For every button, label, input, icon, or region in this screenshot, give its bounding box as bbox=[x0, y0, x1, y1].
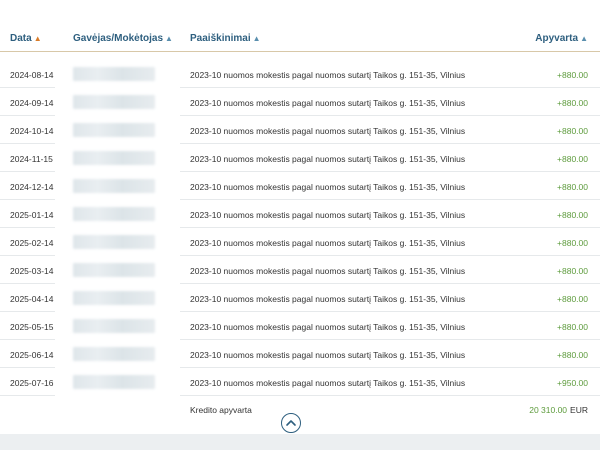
row-amount: +950.00 bbox=[557, 378, 588, 388]
row-description: 2023-10 nuomos mokestis pagal nuomos sut… bbox=[190, 350, 466, 360]
row-date: 2025-02-14 bbox=[10, 238, 54, 248]
table-row[interactable]: 2025-02-14 2023-10 nuomos mokestis pagal … bbox=[0, 228, 600, 256]
bottom-scroll-track bbox=[0, 434, 600, 450]
row-description: 2023-10 nuomos mokestis pagal nuomos sut… bbox=[190, 322, 466, 332]
row-date: 2025-04-14 bbox=[10, 294, 54, 304]
sort-icon: ▲ bbox=[165, 34, 173, 43]
sort-icon: ▲ bbox=[580, 34, 588, 43]
row-date: 2024-10-14 bbox=[10, 126, 54, 136]
sort-icon: ▲ bbox=[252, 34, 261, 43]
row-amount: +880.00 bbox=[557, 238, 588, 248]
table-row[interactable]: 2024-09-14 2023-10 nuomos mokestis pagal … bbox=[0, 88, 600, 116]
table-row[interactable]: 2025-07-16 2023-10 nuomos mokestis pagal … bbox=[0, 368, 600, 396]
table-row[interactable]: 2025-06-14 2023-10 nuomos mokestis pagal … bbox=[0, 340, 600, 368]
row-divider bbox=[180, 395, 600, 396]
row-amount: +880.00 bbox=[557, 294, 588, 304]
column-header-payer-label: Gavėjas/Mokėtojas bbox=[73, 33, 164, 44]
row-date: 2024-12-14 bbox=[10, 182, 54, 192]
row-description: 2023-10 nuomos mokestis pagal nuomos sut… bbox=[190, 70, 466, 80]
row-description: 2023-10 nuomos mokestis pagal nuomos sut… bbox=[190, 182, 466, 192]
row-description: 2023-10 nuomos mokestis pagal nuomos sut… bbox=[190, 154, 466, 164]
row-amount: +880.00 bbox=[557, 210, 588, 220]
row-date: 2025-03-14 bbox=[10, 266, 54, 276]
row-payer-redacted bbox=[73, 319, 155, 333]
row-date: 2025-07-16 bbox=[10, 378, 54, 388]
sort-asc-icon: ▲ bbox=[33, 34, 42, 43]
row-divider bbox=[0, 395, 55, 396]
column-header-amount[interactable]: Apyvarta ▲ bbox=[535, 33, 588, 44]
row-payer-redacted bbox=[73, 291, 155, 305]
table-row[interactable]: 2025-01-14 2023-10 nuomos mokestis pagal … bbox=[0, 200, 600, 228]
row-date: 2025-06-14 bbox=[10, 350, 54, 360]
table-row[interactable]: 2024-08-14 2023-10 nuomos mokestis pagal … bbox=[0, 60, 600, 88]
chevron-up-icon bbox=[286, 420, 296, 426]
row-amount: +880.00 bbox=[557, 154, 588, 164]
row-amount: +880.00 bbox=[557, 182, 588, 192]
credit-turnover-value: 20 310.00 bbox=[529, 405, 568, 415]
row-date: 2024-11-15 bbox=[10, 154, 53, 164]
column-header-date[interactable]: Data ▲ bbox=[10, 33, 42, 44]
table-row[interactable]: 2025-05-15 2023-10 nuomos mokestis pagal … bbox=[0, 312, 600, 340]
row-payer-redacted bbox=[73, 151, 155, 165]
row-description: 2023-10 nuomos mokestis pagal nuomos sut… bbox=[190, 294, 466, 304]
table-row[interactable]: 2025-03-14 2023-10 nuomos mokestis pagal … bbox=[0, 256, 600, 284]
column-header-description-label: Paaiškinimai bbox=[190, 33, 251, 44]
row-payer-redacted bbox=[73, 207, 155, 221]
column-header-payer[interactable]: Gavėjas/Mokėtojas ▲ bbox=[73, 33, 173, 44]
row-amount: +880.00 bbox=[557, 70, 588, 80]
row-payer-redacted bbox=[73, 347, 155, 361]
row-description: 2023-10 nuomos mokestis pagal nuomos sut… bbox=[190, 126, 466, 136]
table-row[interactable]: 2024-11-15 2023-10 nuomos mokestis pagal … bbox=[0, 144, 600, 172]
row-amount: +880.00 bbox=[557, 98, 588, 108]
credit-turnover-total: 20 310.00 EUR bbox=[529, 405, 588, 415]
row-amount: +880.00 bbox=[557, 266, 588, 276]
table-row[interactable]: 2025-04-14 2023-10 nuomos mokestis pagal … bbox=[0, 284, 600, 312]
row-date: 2024-08-14 bbox=[10, 70, 54, 80]
row-date: 2025-01-14 bbox=[10, 210, 54, 220]
row-payer-redacted bbox=[73, 235, 155, 249]
row-payer-redacted bbox=[73, 179, 155, 193]
row-date: 2024-09-14 bbox=[10, 98, 54, 108]
row-payer-redacted bbox=[73, 123, 155, 137]
currency-label: EUR bbox=[570, 405, 588, 415]
table-header: Data ▲ Gavėjas/Mokėtojas ▲ Paaiškinimai ▲ A… bbox=[0, 0, 600, 52]
row-payer-redacted bbox=[73, 67, 155, 81]
row-payer-redacted bbox=[73, 95, 155, 109]
credit-turnover-label: Kredito apyvarta bbox=[190, 405, 252, 415]
transactions-table-body: 2024-08-14 2023-10 nuomos mokestis pagal … bbox=[0, 60, 600, 396]
row-amount: +880.00 bbox=[557, 126, 588, 136]
row-payer-redacted bbox=[73, 375, 155, 389]
table-row[interactable]: 2024-10-14 2023-10 nuomos mokestis pagal … bbox=[0, 116, 600, 144]
row-description: 2023-10 nuomos mokestis pagal nuomos sut… bbox=[190, 378, 466, 388]
row-description: 2023-10 nuomos mokestis pagal nuomos sut… bbox=[190, 210, 466, 220]
column-header-date-label: Data bbox=[10, 33, 32, 44]
column-header-description[interactable]: Paaiškinimai ▲ bbox=[190, 33, 261, 44]
row-description: 2023-10 nuomos mokestis pagal nuomos sut… bbox=[190, 98, 466, 108]
row-description: 2023-10 nuomos mokestis pagal nuomos sut… bbox=[190, 238, 466, 248]
row-amount: +880.00 bbox=[557, 322, 588, 332]
row-description: 2023-10 nuomos mokestis pagal nuomos sut… bbox=[190, 266, 466, 276]
row-date: 2025-05-15 bbox=[10, 322, 54, 332]
row-payer-redacted bbox=[73, 263, 155, 277]
scroll-to-top-button[interactable] bbox=[281, 413, 301, 433]
table-row[interactable]: 2024-12-14 2023-10 nuomos mokestis pagal … bbox=[0, 172, 600, 200]
row-amount: +880.00 bbox=[557, 350, 588, 360]
column-header-amount-label: Apyvarta bbox=[535, 33, 579, 44]
